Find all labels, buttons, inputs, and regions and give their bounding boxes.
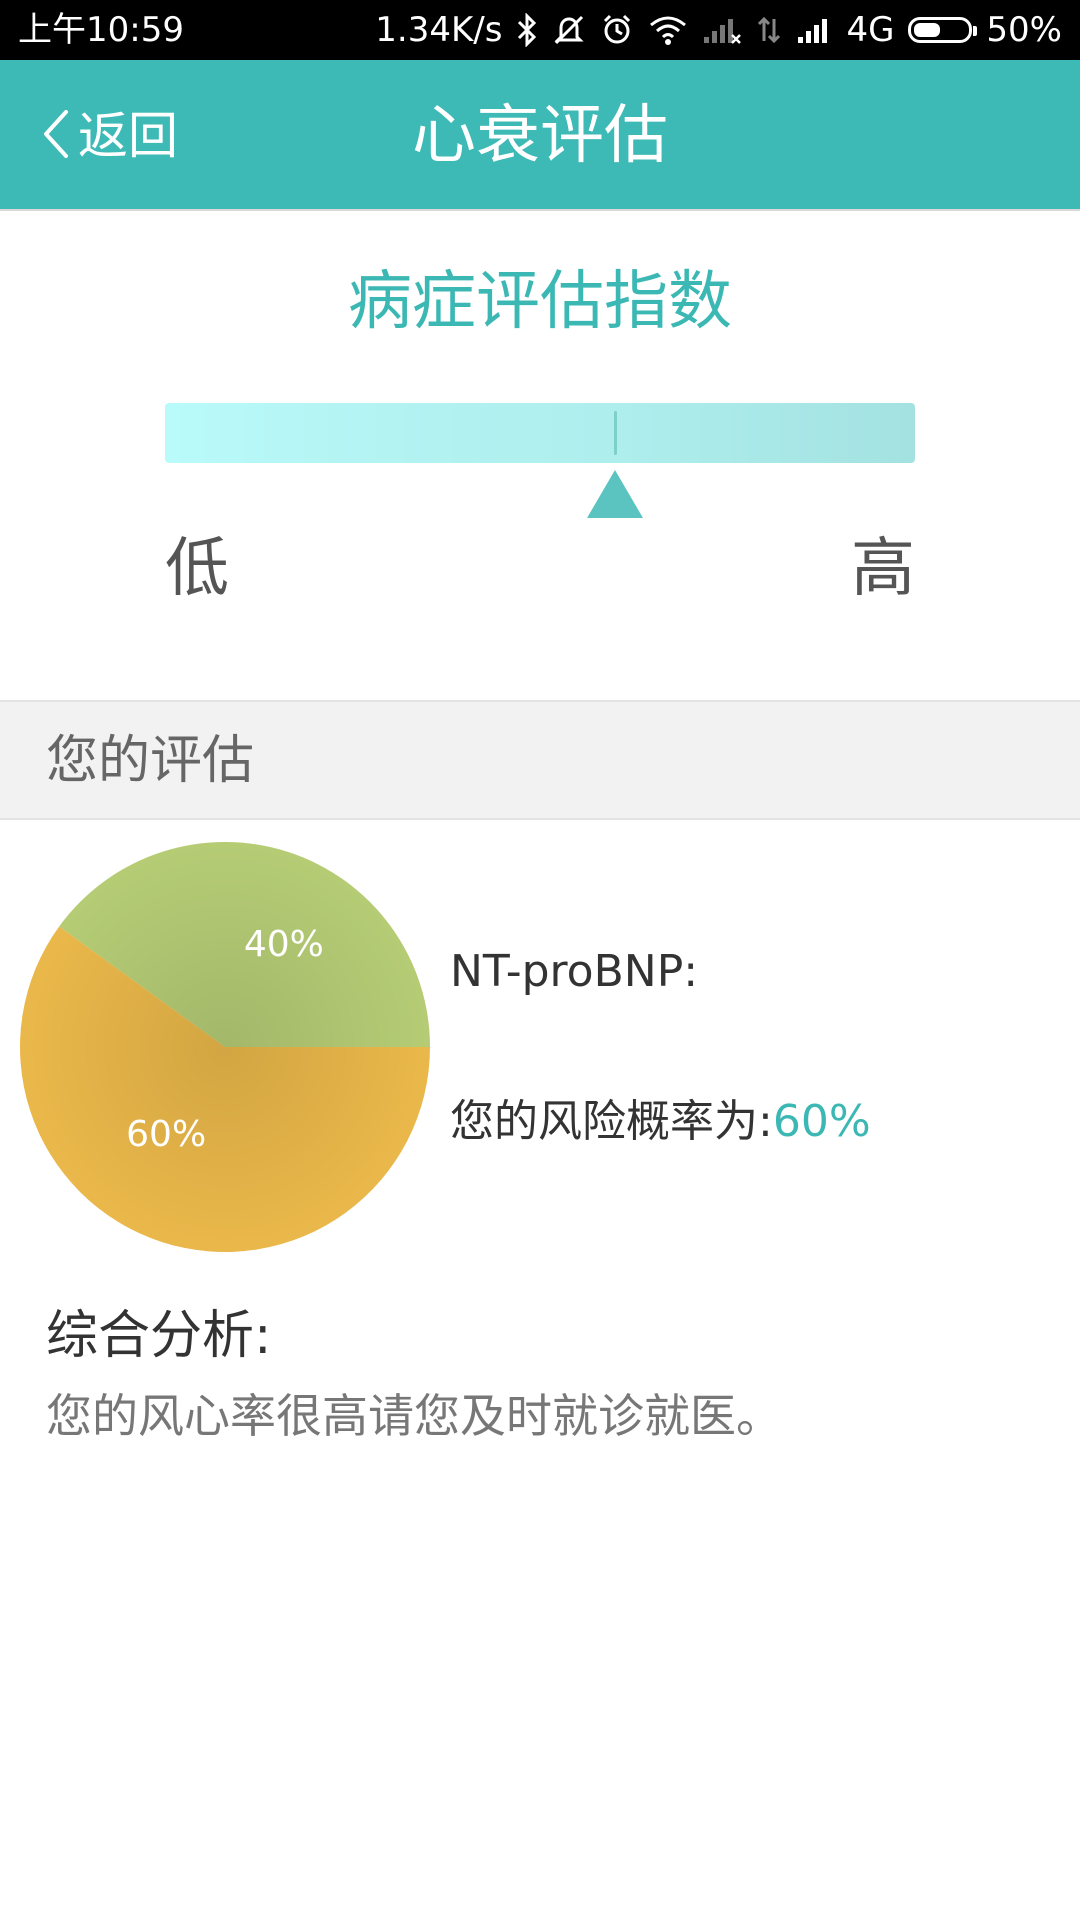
status-icons: 1.34K/s 4G 50% [375, 10, 1062, 50]
alarm-icon [600, 13, 634, 47]
assessment-header-label: 您的评估 [46, 731, 255, 791]
pie-slice-label: 40% [244, 924, 324, 965]
data-transfer-icon [756, 15, 782, 45]
page: 上午10:59 1.34K/s 4G 50% 返回 心衰评估 病症评估指数 低 … [0, 0, 1080, 1920]
divider [0, 209, 1080, 211]
assessment-header: 您的评估 [0, 700, 1080, 820]
bluetooth-icon [516, 13, 538, 47]
risk-pie-chart: 40% 60% [18, 840, 432, 1254]
pie-shading [20, 842, 430, 1252]
battery-level [914, 23, 941, 37]
analysis-title: 综合分析: [46, 1306, 272, 1366]
signal-x-icon [702, 15, 742, 45]
gauge-high-label: 高 [851, 532, 915, 606]
risk-probability: 您的风险概率为:60% [450, 1092, 871, 1152]
nt-probnp-label: NT-proBNP: [450, 946, 699, 997]
risk-value: 60% [772, 1096, 871, 1147]
status-time: 上午10:59 [18, 10, 184, 50]
nav-bar: 返回 心衰评估 [0, 60, 1080, 209]
index-title: 病症评估指数 [348, 265, 732, 339]
gauge-marker [613, 411, 617, 455]
network-speed: 1.34K/s [375, 10, 503, 50]
risk-label: 您的风险概率为: [450, 1096, 773, 1147]
pie-svg: 40% 60% [19, 842, 431, 1252]
battery-icon [908, 17, 978, 43]
gauge-low-label: 低 [165, 532, 229, 606]
network-type: 4G [846, 10, 895, 50]
mute-icon [552, 13, 586, 47]
battery-percent: 50% [986, 10, 1062, 50]
page-title: 心衰评估 [412, 99, 668, 173]
status-bar: 上午10:59 1.34K/s 4G 50% [0, 0, 1080, 60]
wifi-icon [648, 15, 688, 45]
index-gauge-bar [165, 403, 915, 463]
pie-slice-label: 60% [126, 1114, 206, 1155]
signal-icon [796, 15, 832, 45]
analysis-text: 您的风心率很高请您及时就诊就医。 [46, 1389, 782, 1443]
gauge-pointer-icon [587, 470, 643, 518]
